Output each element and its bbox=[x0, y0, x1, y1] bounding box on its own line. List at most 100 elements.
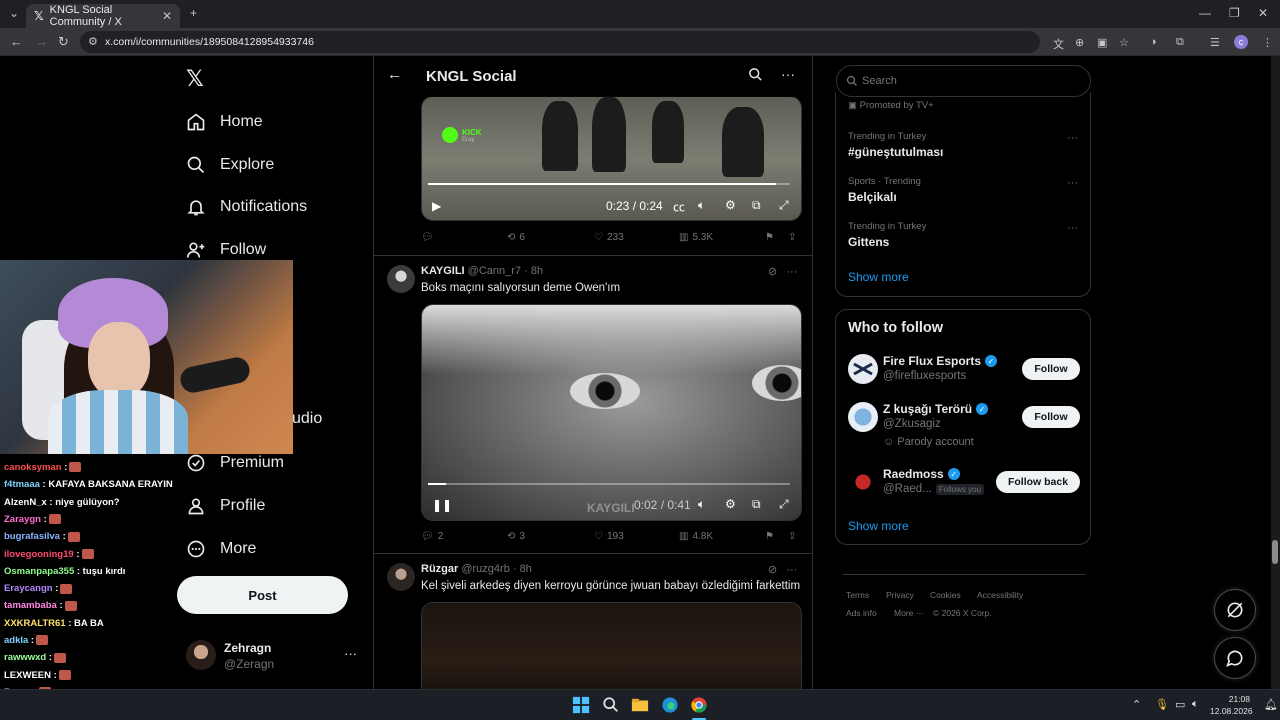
reply-action[interactable]: 💬︎ bbox=[421, 232, 438, 243]
footer-ads-info[interactable]: Ads info bbox=[846, 608, 877, 618]
tweet-video-player[interactable]: KICK Eray ▶ 0:23 / 0:24 ㏄ 🔈︎ ⚙ ⧉ ⤢ bbox=[421, 96, 802, 221]
nav-follow[interactable]: Follow bbox=[186, 240, 266, 260]
share-icon[interactable]: ⇪ bbox=[788, 232, 796, 243]
pip-icon[interactable]: ⧉ bbox=[752, 198, 761, 213]
site-info-icon[interactable]: ⚙ bbox=[88, 35, 98, 48]
new-tab-icon[interactable]: + bbox=[190, 6, 197, 20]
tweet-more-icon[interactable]: ··· bbox=[786, 266, 797, 278]
tweet-age[interactable]: 8h bbox=[520, 563, 532, 575]
nav-home[interactable]: Home bbox=[186, 112, 263, 132]
extensions-puzzle-icon[interactable]: ⧉ bbox=[1176, 36, 1184, 49]
address-bar[interactable]: ⚙ x.com/i/communities/189508412895493374… bbox=[80, 31, 1040, 53]
back-nav-icon[interactable]: ← bbox=[10, 34, 23, 49]
tray-overflow-icon[interactable]: ⌃ bbox=[1132, 698, 1141, 711]
microphone-in-use-icon[interactable]: 🎙︎ bbox=[1155, 698, 1169, 711]
share-icon[interactable]: ⇪ bbox=[788, 531, 796, 542]
taskbar-search-icon[interactable] bbox=[602, 696, 620, 714]
fullscreen-icon[interactable]: ⤢ bbox=[779, 198, 789, 213]
extension-icon[interactable]: ◗ bbox=[1151, 36, 1158, 48]
header-more-icon[interactable]: ··· bbox=[781, 66, 795, 82]
suggestion-avatar[interactable] bbox=[848, 467, 878, 497]
tweet-author-name[interactable]: KAYGILI bbox=[421, 265, 465, 277]
suggestion-name[interactable]: Fire Flux Esports ✓ bbox=[883, 354, 998, 368]
settings-gear-icon[interactable]: ⚙ bbox=[725, 497, 736, 511]
tweet-more-icon[interactable]: ··· bbox=[786, 564, 797, 576]
volume-tray-icon[interactable]: 🔈︎ bbox=[1192, 698, 1199, 711]
play-icon[interactable]: ▶ bbox=[432, 199, 441, 213]
chrome-browser-icon[interactable] bbox=[690, 696, 708, 714]
follow-back-button[interactable]: Follow back bbox=[996, 471, 1080, 493]
footer-privacy[interactable]: Privacy bbox=[886, 590, 914, 600]
suggestion-name[interactable]: Z kuşağı Terörü ✓ bbox=[883, 402, 989, 416]
reload-icon[interactable]: ↻ bbox=[58, 34, 69, 50]
like-action[interactable]: ♡ 233 bbox=[594, 232, 624, 243]
windows-start-icon[interactable] bbox=[572, 696, 590, 714]
fullscreen-icon[interactable]: ⤢ bbox=[779, 497, 789, 512]
browser-tab[interactable]: 𝕏 KNGL Social Community / X ✕ bbox=[26, 4, 180, 28]
settings-gear-icon[interactable]: ⚙ bbox=[725, 198, 736, 212]
translate-icon[interactable]: 文 bbox=[1053, 36, 1064, 52]
footer-terms[interactable]: Terms bbox=[846, 590, 869, 600]
retweet-action[interactable]: ⟲ 3 bbox=[507, 531, 525, 542]
tweet-author-handle[interactable]: @ruzg4rb bbox=[461, 563, 509, 575]
back-arrow-icon[interactable]: ← bbox=[387, 66, 402, 83]
grok-fab[interactable] bbox=[1214, 589, 1256, 631]
show-more-link[interactable]: Show more bbox=[848, 519, 909, 533]
system-clock[interactable]: 21:08 12.08.2026 bbox=[1210, 693, 1253, 717]
edge-browser-icon[interactable] bbox=[661, 696, 679, 714]
suggestion-avatar[interactable] bbox=[848, 354, 878, 384]
search-icon[interactable] bbox=[748, 67, 763, 82]
like-action[interactable]: ♡ 193 bbox=[594, 531, 624, 542]
footer-cookies[interactable]: Cookies bbox=[930, 590, 961, 600]
pause-icon[interactable]: ❚❚ bbox=[432, 498, 452, 512]
post-button[interactable]: Post bbox=[177, 576, 348, 614]
trend-more-icon[interactable]: ··· bbox=[1067, 177, 1078, 189]
captions-icon[interactable]: ㏄ bbox=[673, 198, 685, 215]
views-action[interactable]: ▥ 5.3K bbox=[679, 232, 713, 243]
video-progress-bar[interactable] bbox=[428, 183, 790, 185]
follow-button[interactable]: Follow bbox=[1022, 406, 1080, 428]
suggestion-name[interactable]: Raedmoss ✓ bbox=[883, 467, 960, 481]
tab-search-chevron-icon[interactable]: ⌄ bbox=[9, 6, 19, 20]
bookmark-icon[interactable]: ⚑ bbox=[765, 531, 774, 542]
show-more-link[interactable]: Show more bbox=[848, 270, 909, 284]
tweet-avatar[interactable] bbox=[387, 265, 415, 293]
grok-icon[interactable]: ⊘ bbox=[768, 564, 777, 576]
nav-notifications[interactable]: Notifications bbox=[186, 197, 307, 217]
tweet-author-handle[interactable]: @Cann_r7 bbox=[468, 265, 521, 277]
nav-premium[interactable]: Premium bbox=[186, 453, 284, 473]
volume-icon[interactable]: 🔈︎ bbox=[698, 198, 705, 213]
forward-nav-icon[interactable]: → bbox=[35, 34, 48, 49]
account-more-icon[interactable]: ··· bbox=[344, 646, 357, 661]
file-explorer-icon[interactable] bbox=[631, 696, 649, 714]
scrollbar-thumb[interactable] bbox=[1272, 540, 1278, 564]
tweet-avatar[interactable] bbox=[387, 563, 415, 591]
window-minimize-icon[interactable]: — bbox=[1199, 6, 1211, 20]
tweet-age[interactable]: 8h bbox=[531, 265, 543, 277]
nav-explore[interactable]: Explore bbox=[186, 155, 274, 175]
browser-menu-icon[interactable]: ⋮ bbox=[1262, 36, 1273, 49]
tweet-media[interactable] bbox=[421, 602, 802, 689]
window-close-icon[interactable]: ✕ bbox=[1258, 6, 1268, 20]
messages-fab[interactable] bbox=[1214, 637, 1256, 679]
tweet-author-name[interactable]: Rüzgar bbox=[421, 563, 458, 575]
trend-title[interactable]: Belçikalı bbox=[848, 190, 897, 204]
volume-icon[interactable]: 🔈︎ bbox=[698, 497, 705, 512]
bookmark-icon[interactable]: ⚑ bbox=[765, 232, 774, 243]
notification-bell-icon[interactable]: 🔔︎ bbox=[1264, 698, 1278, 711]
page-scrollbar[interactable] bbox=[1271, 56, 1280, 689]
zoom-icon[interactable]: ⊕ bbox=[1075, 36, 1084, 49]
grok-icon[interactable]: ⊘ bbox=[768, 266, 777, 278]
profile-avatar-icon[interactable]: c bbox=[1234, 35, 1248, 49]
tweet-video-player[interactable]: KAYGILI ❚❚ 0:02 / 0:41 🔈︎ ⚙ ⧉ ⤢ bbox=[421, 304, 802, 521]
reply-action[interactable]: 💬︎ 2 bbox=[421, 531, 443, 542]
trend-more-icon[interactable]: ··· bbox=[1067, 132, 1078, 144]
suggestion-avatar[interactable] bbox=[848, 402, 878, 432]
window-restore-icon[interactable]: ❐ bbox=[1229, 6, 1240, 20]
views-action[interactable]: ▥ 4.8K bbox=[679, 531, 713, 542]
video-progress-bar[interactable] bbox=[428, 483, 790, 485]
footer-accessibility[interactable]: Accessibility bbox=[977, 590, 1023, 600]
bookmark-star-icon[interactable]: ☆ bbox=[1119, 36, 1129, 49]
trend-more-icon[interactable]: ··· bbox=[1067, 222, 1078, 234]
nav-partial-item-2[interactable]: udio bbox=[292, 410, 322, 428]
